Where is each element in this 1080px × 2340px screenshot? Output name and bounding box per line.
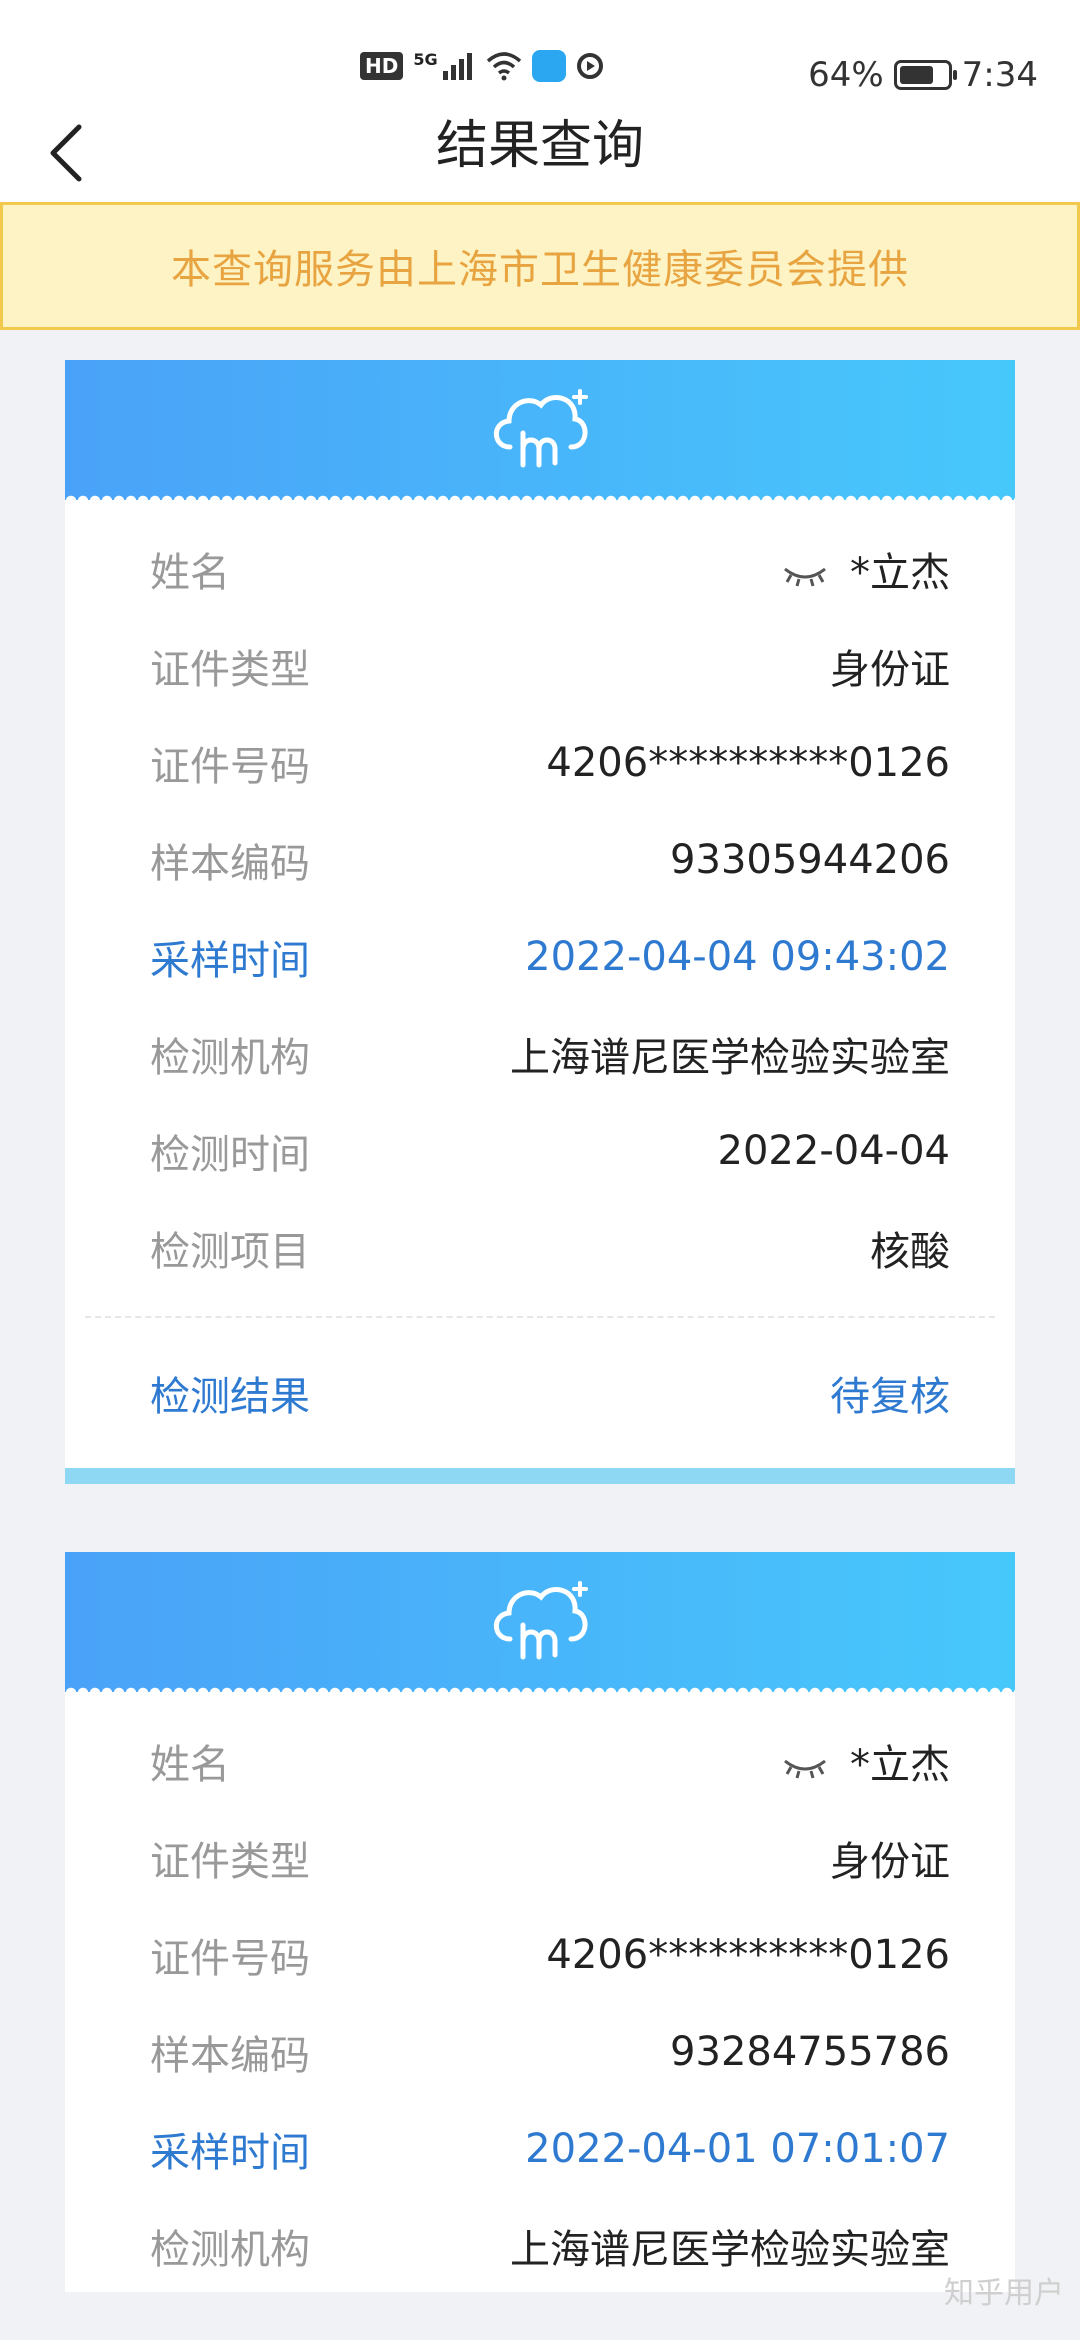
cloud-logo-icon — [493, 1581, 588, 1660]
media-icon — [576, 53, 603, 79]
row-value: 4206**********0126 — [546, 1931, 950, 1978]
row-id-type: 证件类型 身份证 — [150, 1809, 950, 1906]
row-label: 姓名 — [150, 549, 230, 596]
info-rows: 姓名 *立杰 证件类型 身份证 证件号码 4206**********0126 … — [65, 1692, 1015, 2292]
row-value: *立杰 — [850, 1741, 950, 1788]
row-label: 证件类型 — [150, 1838, 310, 1885]
row-label: 检测项目 — [150, 1228, 310, 1275]
nav-bar: 结果查询 — [0, 110, 1080, 202]
row-value: 上海谱尼医学检验实验室 — [510, 1034, 950, 1081]
battery-percent: 64% — [808, 55, 884, 95]
row-id-number: 证件号码 4206**********0126 — [150, 714, 950, 811]
result-label: 检测结果 — [150, 1374, 310, 1420]
row-label: 检测机构 — [150, 1034, 310, 1081]
row-test-result: 检测结果 待复核 — [65, 1318, 1015, 1468]
row-label: 采样时间 — [150, 2129, 310, 2176]
card-header — [65, 1552, 1015, 1693]
cloud-logo-icon — [493, 389, 588, 468]
row-label: 检测机构 — [150, 2226, 310, 2273]
row-value: 2022-04-04 09:43:02 — [525, 933, 950, 980]
notice-text: 本查询服务由上海市卫生健康委员会提供 — [171, 247, 909, 293]
row-value: 4206**********0126 — [546, 739, 950, 786]
card-header — [65, 360, 1015, 501]
result-card: 姓名 *立杰 证件类型 身份证 证件号码 4206**********0126 … — [65, 1552, 1015, 2292]
card-bottom-bar — [65, 1468, 1015, 1484]
battery-icon — [893, 60, 957, 90]
result-card: 姓名 *立杰 证件类型 身份证 证件号码 4206**********0126 … — [65, 360, 1015, 1484]
row-sampling-time: 采样时间 2022-04-01 07:01:07 — [150, 2100, 950, 2197]
row-label: 样本编码 — [150, 840, 310, 887]
hd-icon: HD — [360, 52, 404, 80]
info-rows: 姓名 *立杰 证件类型 身份证 证件号码 4206**********0126 … — [65, 500, 1015, 1296]
row-value: 93284755786 — [670, 2028, 950, 2075]
row-label: 检测时间 — [150, 1131, 310, 1178]
status-right: 64% 7:34 — [808, 55, 1038, 95]
clock: 7:34 — [961, 55, 1038, 95]
row-value: 身份证 — [830, 646, 950, 693]
row-name: 姓名 *立杰 — [150, 520, 950, 617]
ticket-edge — [65, 491, 1015, 501]
battery-fill — [899, 66, 933, 84]
result-value: 待复核 — [830, 1374, 950, 1420]
row-label: 证件号码 — [150, 743, 310, 790]
row-institution: 检测机构 上海谱尼医学检验实验室 — [150, 1005, 950, 1102]
eye-closed-icon[interactable] — [782, 563, 828, 587]
row-value: *立杰 — [850, 549, 950, 596]
status-icons: HD 5G — [360, 50, 604, 82]
row-test-time: 检测时间 2022-04-04 — [150, 1102, 950, 1199]
row-value: 核酸 — [870, 1228, 950, 1275]
app-notification-icon — [531, 50, 566, 82]
row-sample-code: 样本编码 93305944206 — [150, 811, 950, 908]
page-title: 结果查询 — [435, 116, 644, 176]
signal-icon — [442, 53, 472, 80]
row-value: 2022-04-04 — [717, 1127, 950, 1174]
row-id-number: 证件号码 4206**********0126 — [150, 1906, 950, 2003]
row-id-type: 证件类型 身份证 — [150, 617, 950, 714]
row-label: 证件号码 — [150, 1935, 310, 1982]
row-label: 样本编码 — [150, 2032, 310, 2079]
row-value-wrap: *立杰 — [782, 540, 950, 598]
ticket-edge — [65, 1683, 1015, 1693]
row-sample-code: 样本编码 93284755786 — [150, 2003, 950, 2100]
row-sampling-time: 采样时间 2022-04-04 09:43:02 — [150, 908, 950, 1005]
row-name: 姓名 *立杰 — [150, 1712, 950, 1809]
row-test-item: 检测项目 核酸 — [150, 1199, 950, 1296]
row-label: 采样时间 — [150, 937, 310, 984]
row-label: 姓名 — [150, 1741, 230, 1788]
row-value: 93305944206 — [670, 836, 950, 883]
row-value-wrap: *立杰 — [782, 1732, 950, 1790]
watermark: 知乎用户 — [944, 2276, 1064, 2311]
row-label: 证件类型 — [150, 646, 310, 693]
notice-banner: 本查询服务由上海市卫生健康委员会提供 — [0, 202, 1080, 330]
wifi-icon — [486, 52, 521, 81]
row-institution: 检测机构 上海谱尼医学检验实验室 — [150, 2197, 950, 2292]
network-type: 5G — [413, 49, 438, 69]
eye-closed-icon[interactable] — [782, 1755, 828, 1779]
row-value: 2022-04-01 07:01:07 — [525, 2125, 950, 2172]
status-bar: HD 5G 64% 7:34 — [0, 0, 1080, 110]
row-value: 上海谱尼医学检验实验室 — [510, 2226, 950, 2273]
row-value: 身份证 — [830, 1838, 950, 1885]
